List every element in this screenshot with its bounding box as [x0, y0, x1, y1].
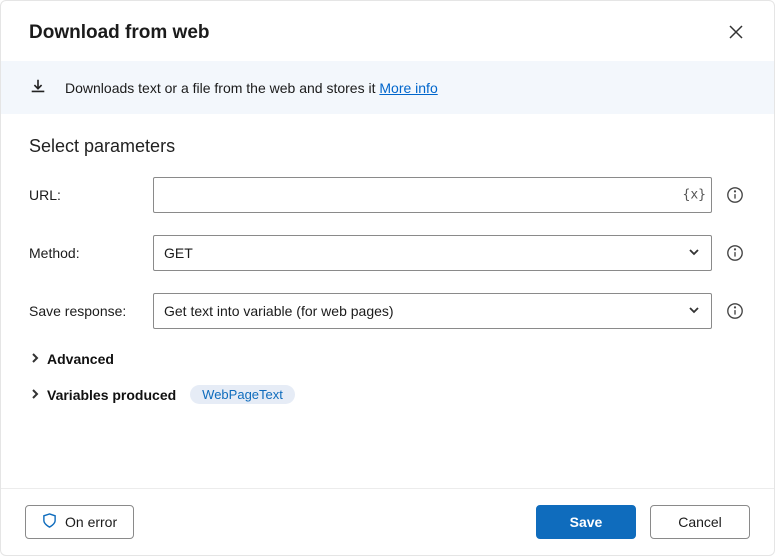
url-input[interactable] [153, 177, 712, 213]
save-button[interactable]: Save [536, 505, 636, 539]
dialog: Download from web Downloads text or a fi… [0, 0, 775, 556]
row-save-response: Save response: Get text into variable (f… [29, 293, 746, 329]
footer-right: Save Cancel [536, 505, 750, 539]
close-icon [729, 25, 743, 42]
shield-icon [42, 513, 57, 531]
expander-advanced[interactable]: Advanced [29, 351, 746, 367]
dialog-footer: On error Save Cancel [1, 488, 774, 555]
titlebar: Download from web [1, 1, 774, 61]
insert-variable-button[interactable]: {x} [683, 188, 706, 203]
on-error-button[interactable]: On error [25, 505, 134, 539]
expander-variables-label: Variables produced [47, 387, 176, 403]
chevron-down-icon [687, 245, 701, 262]
banner-text: Downloads text or a file from the web an… [65, 80, 438, 96]
label-url: URL: [29, 187, 141, 203]
save-response-select-value: Get text into variable (for web pages) [164, 303, 394, 319]
label-save-response: Save response: [29, 303, 141, 319]
banner-description: Downloads text or a file from the web an… [65, 80, 375, 96]
row-url: URL: {x} [29, 177, 746, 213]
method-select[interactable]: GET [153, 235, 712, 271]
row-method: Method: GET [29, 235, 746, 271]
label-method: Method: [29, 245, 141, 261]
variable-chip[interactable]: WebPageText [190, 385, 295, 404]
more-info-link[interactable]: More info [379, 80, 437, 96]
on-error-label: On error [65, 514, 117, 530]
download-icon [29, 77, 47, 98]
info-banner: Downloads text or a file from the web an… [1, 61, 774, 114]
info-icon-save-response[interactable] [724, 300, 746, 322]
info-icon-url[interactable] [724, 184, 746, 206]
close-button[interactable] [722, 19, 750, 47]
expander-advanced-label: Advanced [47, 351, 114, 367]
method-select-value: GET [164, 245, 193, 261]
chevron-down-icon [687, 303, 701, 320]
chevron-right-icon [29, 387, 41, 403]
cancel-button[interactable]: Cancel [650, 505, 750, 539]
save-response-select[interactable]: Get text into variable (for web pages) [153, 293, 712, 329]
info-icon-method[interactable] [724, 242, 746, 264]
section-heading: Select parameters [29, 136, 746, 157]
dialog-body: Select parameters URL: {x} Method: GET [1, 114, 774, 488]
expander-variables-produced[interactable]: Variables produced WebPageText [29, 385, 746, 404]
chevron-right-icon [29, 351, 41, 367]
dialog-title: Download from web [29, 22, 210, 44]
